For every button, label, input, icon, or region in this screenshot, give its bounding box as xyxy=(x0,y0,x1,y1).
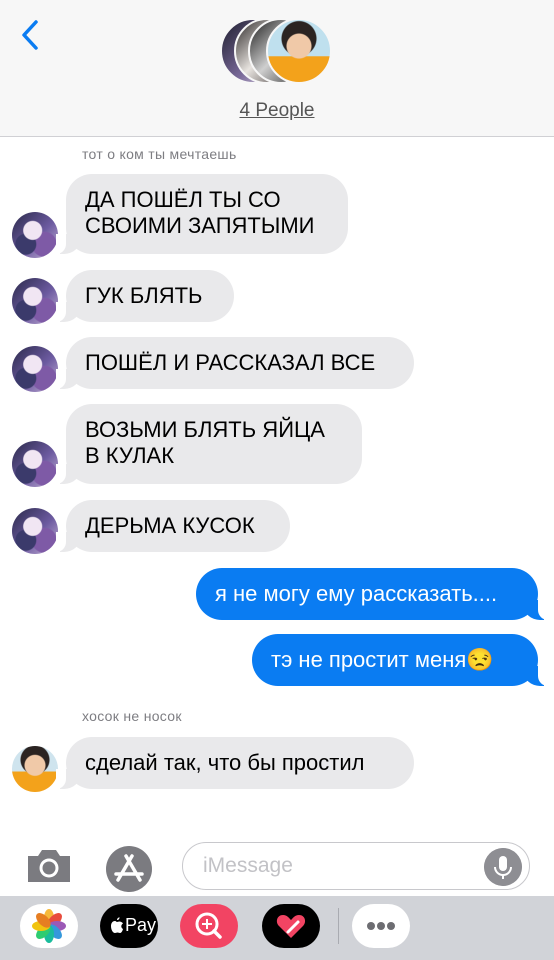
avatar[interactable] xyxy=(12,278,58,324)
message-text: ДЕРЬМА КУСОК xyxy=(85,513,255,538)
app-store-icon[interactable] xyxy=(104,844,154,894)
avatar[interactable] xyxy=(12,746,58,792)
avatar xyxy=(266,18,332,84)
people-count-link[interactable]: 4 People xyxy=(0,100,554,122)
incoming-message-bubble[interactable]: ГУК БЛЯТЬ xyxy=(56,270,234,322)
message-text: тэ не простит меня xyxy=(271,647,467,672)
outgoing-message-bubble[interactable]: тэ не простит меня😒 xyxy=(252,634,548,686)
avatar[interactable] xyxy=(12,346,58,392)
digital-touch-icon[interactable] xyxy=(262,904,320,948)
message-text: ВОЗЬМИ БЛЯТЬ ЯЙЦА В КУЛАК xyxy=(85,417,325,468)
avatar[interactable] xyxy=(12,212,58,258)
message-text: ГУК БЛЯТЬ xyxy=(85,283,203,308)
app-drawer: Pay xyxy=(0,896,554,960)
photos-icon[interactable] xyxy=(20,904,78,948)
microphone-icon[interactable] xyxy=(484,848,522,886)
incoming-message-bubble[interactable]: ДА ПОШЁЛ ТЫ СО СВОИМИ ЗАПЯТЫМИ xyxy=(56,174,348,254)
message-text: ПОШЁЛ И РАССКАЗАЛ ВСЕ xyxy=(85,350,376,375)
message-text: ДА ПОШЁЛ ТЫ СО СВОИМИ ЗАПЯТЫМИ xyxy=(85,187,315,238)
apple-pay-icon[interactable]: Pay xyxy=(100,904,158,948)
message-composer xyxy=(0,832,554,896)
chevron-left-icon[interactable] xyxy=(16,18,46,52)
sender-name: хосок не носок xyxy=(82,708,182,724)
sender-name: тот о ком ты мечтаешь xyxy=(82,146,237,162)
group-avatars[interactable] xyxy=(220,18,336,88)
avatar[interactable] xyxy=(12,508,58,554)
conversation-header: 4 People xyxy=(0,0,554,137)
avatar[interactable] xyxy=(12,441,58,487)
incoming-message-bubble[interactable]: ВОЗЬМИ БЛЯТЬ ЯЙЦА В КУЛАК xyxy=(56,404,362,484)
apple-pay-label: Pay xyxy=(125,915,157,935)
incoming-message-bubble[interactable]: сделай так, что бы простил xyxy=(56,737,414,789)
more-icon[interactable] xyxy=(352,904,410,948)
message-text: я не могу ему рассказать.... xyxy=(215,581,498,606)
image-search-icon[interactable] xyxy=(180,904,238,948)
incoming-message-bubble[interactable]: ДЕРЬМА КУСОК xyxy=(56,500,290,552)
message-text: сделай так, что бы простил xyxy=(85,750,365,775)
unamused-face-emoji: 😒 xyxy=(466,647,494,672)
camera-icon[interactable] xyxy=(24,848,74,884)
incoming-message-bubble[interactable]: ПОШЁЛ И РАССКАЗАЛ ВСЕ xyxy=(56,337,414,389)
outgoing-message-bubble[interactable]: я не могу ему рассказать.... xyxy=(196,568,548,620)
tray-divider xyxy=(338,908,339,944)
message-input[interactable] xyxy=(182,842,530,890)
